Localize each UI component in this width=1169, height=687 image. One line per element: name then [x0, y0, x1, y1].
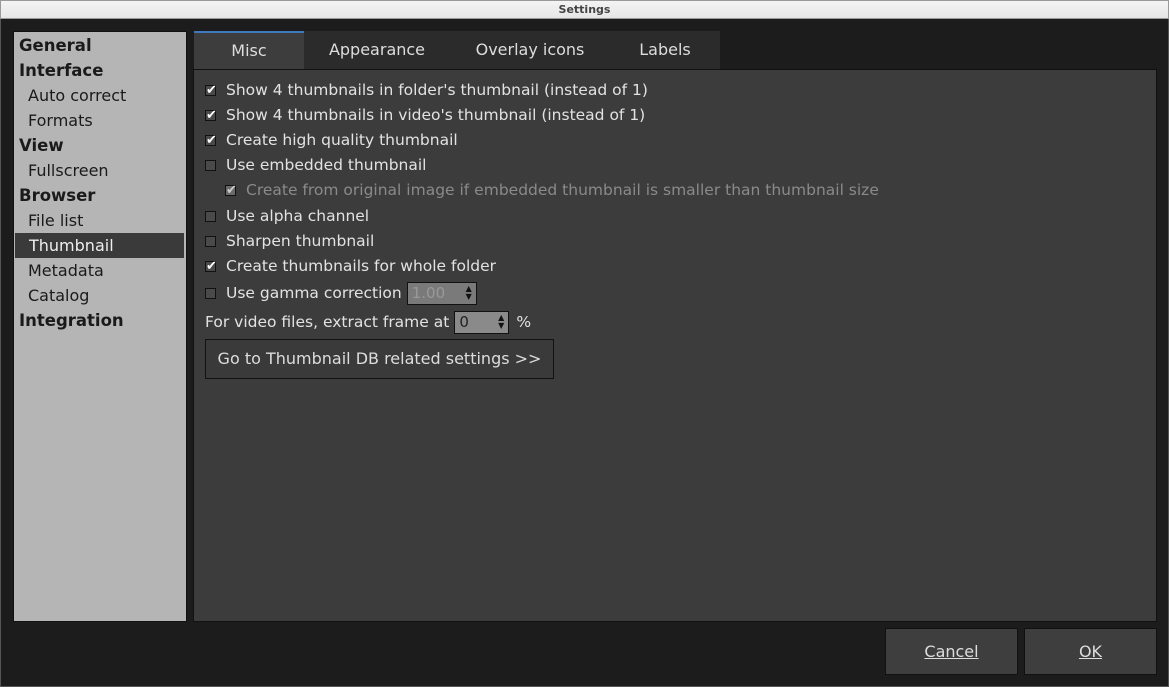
tab-overlay-icons[interactable]: Overlay icons	[450, 31, 610, 69]
gamma-label: Use gamma correction	[226, 284, 402, 302]
option-row[interactable]: Use embedded thumbnail	[205, 153, 426, 177]
option-label: Show 4 thumbnails in video's thumbnail (…	[226, 106, 646, 124]
video-frame-label: For video files, extract frame at	[205, 313, 450, 331]
spin-arrows-icon[interactable]: ▲ ▼	[466, 285, 472, 301]
video-frame-spinbox[interactable]: 0 ▲ ▼	[454, 310, 510, 334]
option-label: Create high quality thumbnail	[226, 131, 458, 149]
misc-tab-panel: ✔ Show 4 thumbnails in folder's thumbnail…	[193, 69, 1157, 622]
sidebar-item-general[interactable]: General	[14, 33, 186, 58]
checkbox[interactable]	[205, 210, 216, 222]
ok-button[interactable]: OK	[1024, 628, 1157, 675]
spin-arrows-icon[interactable]: ▲ ▼	[498, 314, 504, 330]
option-label: Use embedded thumbnail	[226, 156, 427, 174]
cancel-button[interactable]: Cancel	[885, 628, 1018, 675]
percent-unit: %	[516, 313, 532, 331]
sidebar-item-file-list[interactable]: File list	[14, 208, 186, 233]
option-row[interactable]: ✔ Create high quality thumbnail	[205, 128, 458, 152]
tab-bar: Misc Appearance Overlay icons Labels	[194, 31, 720, 69]
tab-misc[interactable]: Misc	[194, 31, 304, 69]
option-label: Create from original image if embedded t…	[246, 181, 879, 199]
option-row[interactable]: ✔ Show 4 thumbnails in video's thumbnail …	[205, 103, 645, 127]
window-title: Settings	[0, 0, 1169, 19]
option-label: Create thumbnails for whole folder	[226, 257, 497, 275]
checkbox[interactable]	[205, 159, 216, 171]
sidebar-item-browser[interactable]: Browser	[14, 183, 186, 208]
option-row[interactable]: ✔ Create from original image if embedded …	[225, 178, 879, 202]
option-label: Use alpha channel	[226, 207, 370, 225]
tab-labels[interactable]: Labels	[610, 31, 720, 69]
sidebar-item-thumbnail[interactable]: Thumbnail	[15, 233, 184, 258]
settings-category-list[interactable]: General Interface Auto correct Formats View F…	[13, 31, 187, 622]
option-label: Show 4 thumbnails in folder's thumbnail …	[226, 81, 648, 99]
sidebar-item-interface[interactable]: Interface	[14, 58, 186, 83]
option-row[interactable]: ✔ Create thumbnails for whole folder	[205, 254, 496, 278]
sidebar-item-view[interactable]: View	[14, 133, 186, 158]
option-row[interactable]: Use alpha channel	[205, 204, 369, 228]
gamma-spinbox[interactable]: 1.00 ▲ ▼	[406, 281, 477, 305]
video-frame-row: For video files, extract frame at 0 ▲ ▼ %	[205, 310, 531, 334]
thumbnail-db-settings-button[interactable]: Go to Thumbnail DB related settings >>	[205, 339, 554, 379]
option-row[interactable]: ✔ Show 4 thumbnails in folder's thumbnail…	[205, 78, 648, 102]
video-frame-value: 0	[459, 313, 469, 331]
sidebar-item-fullscreen[interactable]: Fullscreen	[14, 158, 186, 183]
option-gamma-row: Use gamma correction 1.00 ▲ ▼	[205, 281, 477, 305]
sidebar-item-auto-correct[interactable]: Auto correct	[14, 83, 186, 108]
option-row[interactable]: Sharpen thumbnail	[205, 229, 374, 253]
sidebar-item-integration[interactable]: Integration	[14, 308, 186, 333]
gamma-checkbox[interactable]	[205, 287, 216, 299]
gamma-value: 1.00	[411, 284, 446, 302]
checkbox[interactable]: ✔	[205, 84, 217, 97]
checkbox[interactable]: ✔	[205, 260, 217, 273]
sidebar-item-formats[interactable]: Formats	[14, 108, 186, 133]
checkbox[interactable]	[205, 235, 216, 247]
checkbox[interactable]: ✔	[225, 184, 237, 197]
option-label: Sharpen thumbnail	[226, 232, 375, 250]
checkbox[interactable]: ✔	[205, 109, 217, 122]
sidebar-item-catalog[interactable]: Catalog	[14, 283, 186, 308]
sidebar-item-metadata[interactable]: Metadata	[14, 258, 186, 283]
tab-appearance[interactable]: Appearance	[304, 31, 450, 69]
checkbox[interactable]: ✔	[205, 134, 217, 147]
